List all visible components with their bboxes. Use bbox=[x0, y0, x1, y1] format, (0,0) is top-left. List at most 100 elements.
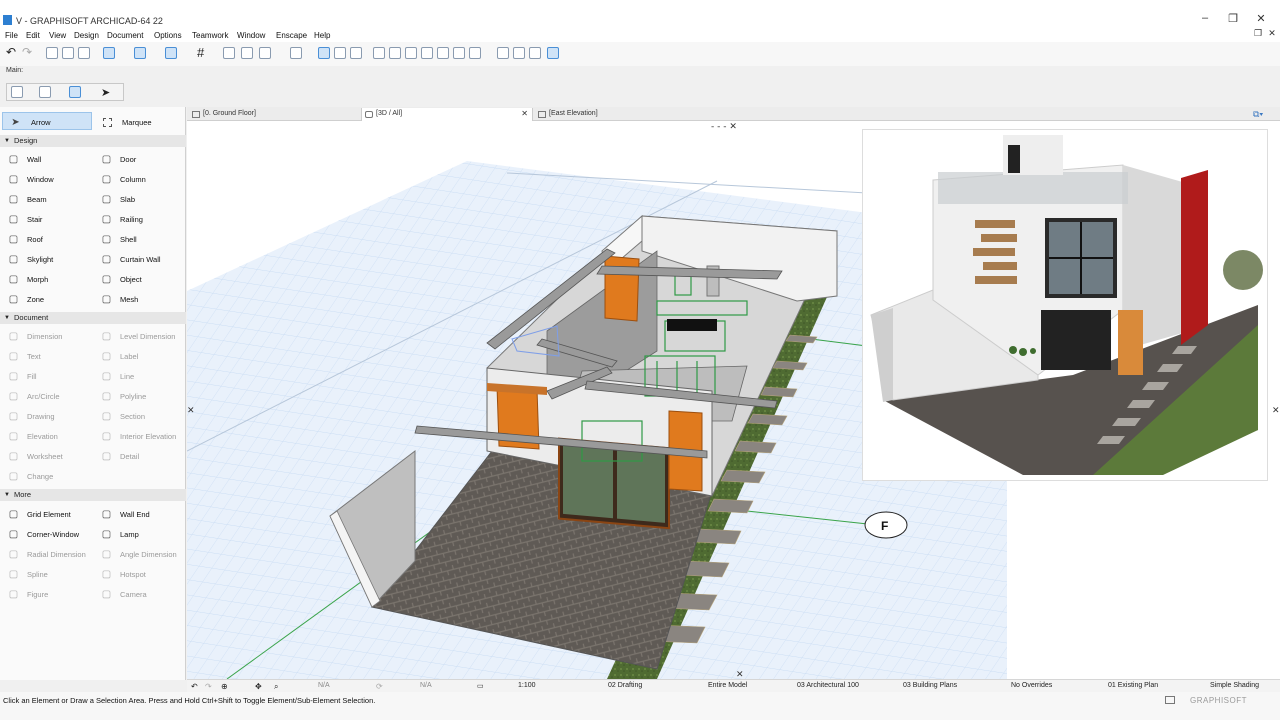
gravity-icon[interactable] bbox=[134, 47, 146, 59]
tool-shell[interactable]: ▢ Shell bbox=[101, 229, 137, 249]
menu-enscape[interactable]: Enscape bbox=[276, 31, 307, 40]
tool-spline[interactable]: ▢ Spline bbox=[8, 564, 48, 584]
tool-object[interactable]: ▢ Object bbox=[101, 269, 142, 289]
tool-column[interactable]: ▢ Column bbox=[101, 169, 146, 189]
tool-grid-element[interactable]: ▢ Grid Element bbox=[8, 504, 71, 524]
tool-radial-dimension[interactable]: ▢ Radial Dimension bbox=[8, 544, 86, 564]
rotate-icon[interactable]: ⟳ bbox=[376, 682, 383, 691]
eyedropper-icon[interactable] bbox=[78, 47, 90, 59]
tool-wall[interactable]: ▢ Wall bbox=[8, 149, 42, 169]
tool-zone[interactable]: ▢ Zone bbox=[8, 289, 44, 309]
intersect-icon[interactable] bbox=[421, 47, 433, 59]
redo-icon[interactable]: ↷ bbox=[22, 45, 34, 59]
tool-level-dimension[interactable]: ▢ Level Dimension bbox=[101, 326, 176, 346]
menu-document[interactable]: Document bbox=[107, 31, 143, 40]
tool-morph[interactable]: ▢ Morph bbox=[8, 269, 49, 289]
zoom-in-icon[interactable]: ⊕ bbox=[221, 682, 228, 691]
tool-elevation[interactable]: ▢ Elevation bbox=[8, 426, 58, 446]
close-tab-icon[interactable]: ✕ bbox=[521, 108, 528, 120]
tool-skylight[interactable]: ▢ Skylight bbox=[8, 249, 54, 269]
undo-icon[interactable]: ↶ bbox=[6, 45, 18, 59]
zoom-icon[interactable]: ⌕ bbox=[274, 682, 278, 692]
tool-line[interactable]: ▢ Line bbox=[101, 366, 134, 386]
geometry-method-icon[interactable] bbox=[39, 86, 51, 98]
close-window-button[interactable]: ✕ bbox=[1251, 12, 1271, 26]
menu-file[interactable]: File bbox=[5, 31, 18, 40]
tool-change[interactable]: ▢ Change bbox=[8, 466, 54, 486]
menu-options[interactable]: Options bbox=[154, 31, 182, 40]
menu-view[interactable]: View bbox=[49, 31, 66, 40]
grid-snap-icon[interactable]: # bbox=[197, 45, 209, 60]
menu-design[interactable]: Design bbox=[74, 31, 99, 40]
tool-fill[interactable]: ▢ Fill bbox=[8, 366, 37, 386]
tab-ground-floor[interactable]: [0. Ground Floor] bbox=[189, 108, 359, 121]
tool-lamp[interactable]: ▢ Lamp bbox=[101, 524, 139, 544]
trace-icon[interactable] bbox=[165, 47, 177, 59]
window-layout-icon[interactable] bbox=[1165, 696, 1175, 704]
menu-edit[interactable]: Edit bbox=[26, 31, 40, 40]
orbit-icon[interactable] bbox=[547, 47, 559, 59]
trim-icon[interactable] bbox=[373, 47, 385, 59]
tool-label[interactable]: ▢ Label bbox=[101, 346, 139, 366]
fillet-icon[interactable] bbox=[437, 47, 449, 59]
show-selection-icon[interactable] bbox=[334, 47, 346, 59]
tool-interior-elevation[interactable]: ▢ Interior Elevation bbox=[101, 426, 177, 446]
cursor-icon[interactable] bbox=[241, 47, 253, 59]
explode-icon[interactable] bbox=[469, 47, 481, 59]
rotation-icon[interactable] bbox=[69, 86, 81, 98]
section-more[interactable]: ▼ More bbox=[0, 489, 186, 501]
rotation-readout[interactable]: N/A bbox=[420, 682, 432, 689]
pet-palette-icon[interactable] bbox=[46, 47, 58, 59]
tab-east-elevation[interactable]: [East Elevation] bbox=[535, 108, 705, 121]
offset-icon[interactable] bbox=[453, 47, 465, 59]
scale-icon[interactable]: ▭ bbox=[477, 682, 484, 690]
tool-detail[interactable]: ▢ Detail bbox=[101, 446, 139, 466]
settings-dialog-icon[interactable] bbox=[11, 86, 23, 98]
pan-icon[interactable]: ✥ bbox=[255, 682, 262, 691]
tool-figure[interactable]: ▢ Figure bbox=[8, 584, 49, 604]
menu-window[interactable]: Window bbox=[237, 31, 265, 40]
angle-readout[interactable]: N/A bbox=[318, 682, 330, 689]
tool-drawing[interactable]: ▢ Drawing bbox=[8, 406, 55, 426]
adjust-icon[interactable] bbox=[405, 47, 417, 59]
tool-railing[interactable]: ▢ Railing bbox=[101, 209, 143, 229]
marquee-mode-icon[interactable] bbox=[350, 47, 362, 59]
tool-roof[interactable]: ▢ Roof bbox=[8, 229, 43, 249]
tool-stair[interactable]: ▢ Stair bbox=[8, 209, 43, 229]
tool-door[interactable]: ▢ Door bbox=[101, 149, 137, 169]
minimize-button[interactable]: – bbox=[1195, 12, 1215, 26]
layer-combination[interactable]: 02 Drafting bbox=[608, 682, 642, 689]
restore-button[interactable]: ❐ bbox=[1223, 12, 1243, 26]
close-doc-button[interactable]: ✕ bbox=[1262, 28, 1280, 42]
magic-wand-icon[interactable] bbox=[62, 47, 74, 59]
view-options-icon[interactable]: ⧉▾ bbox=[1253, 109, 1275, 119]
undo-view-icon[interactable]: ↶ bbox=[191, 682, 198, 691]
split-icon[interactable] bbox=[389, 47, 401, 59]
scale-value[interactable]: 1:100 bbox=[518, 682, 536, 689]
tool-text[interactable]: ▢ Text bbox=[8, 346, 41, 366]
section-design[interactable]: ▼ Design bbox=[0, 135, 186, 147]
redo-view-icon[interactable]: ↷ bbox=[205, 682, 212, 691]
marquee-tool[interactable]: Marquee bbox=[103, 112, 152, 132]
model-view-option[interactable]: Entire Model bbox=[708, 682, 747, 689]
3d-navigation-icon[interactable] bbox=[497, 47, 509, 59]
model-view-options-combo[interactable]: 03 Building Plans bbox=[903, 682, 957, 689]
snap-guides-icon[interactable] bbox=[103, 47, 115, 59]
tool-camera[interactable]: ▢ Camera bbox=[101, 584, 147, 604]
tab-3d-all[interactable]: [3D / All] ✕ bbox=[361, 108, 533, 121]
edit-plane-icon[interactable] bbox=[259, 47, 271, 59]
tool-polyline[interactable]: ▢ Polyline bbox=[101, 386, 147, 406]
tool-section[interactable]: ▢ Section bbox=[101, 406, 145, 426]
tool-curtain-wall[interactable]: ▢ Curtain Wall bbox=[101, 249, 161, 269]
menu-help[interactable]: Help bbox=[314, 31, 330, 40]
tool-dimension[interactable]: ▢ Dimension bbox=[8, 326, 63, 346]
suspend-groups-icon[interactable] bbox=[318, 47, 330, 59]
tool-mesh[interactable]: ▢ Mesh bbox=[101, 289, 139, 309]
tool-worksheet[interactable]: ▢ Worksheet bbox=[8, 446, 63, 466]
graphic-overrides[interactable]: No Overrides bbox=[1011, 682, 1052, 689]
section-document[interactable]: ▼ Document bbox=[0, 312, 186, 324]
wall-view-icon[interactable] bbox=[223, 47, 235, 59]
tool-beam[interactable]: ▢ Beam bbox=[8, 189, 47, 209]
tool-wall-end[interactable]: ▢ Wall End bbox=[101, 504, 150, 524]
menu-teamwork[interactable]: Teamwork bbox=[192, 31, 228, 40]
